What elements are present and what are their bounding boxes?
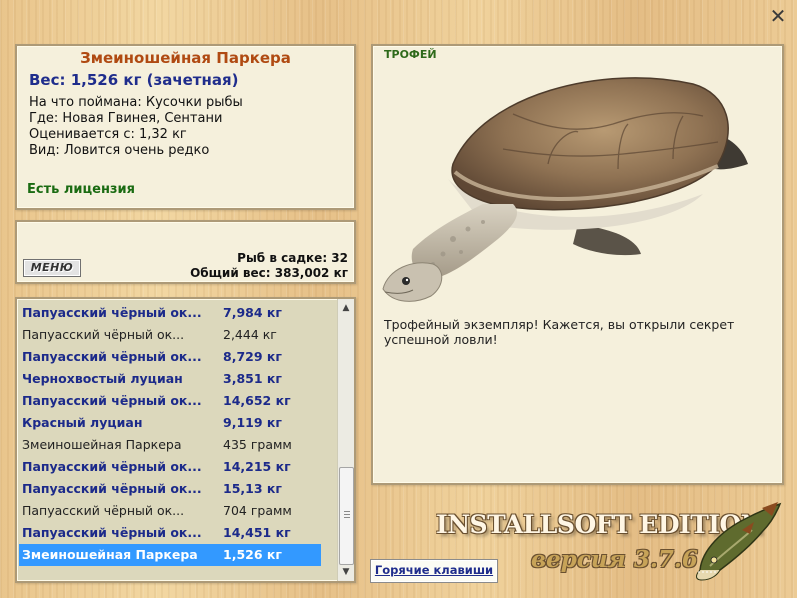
fish-info-panel: Змеиношейная Паркера Вес: 1,526 кг (заче…: [15, 44, 356, 210]
catch-row-name: Змеиношейная Паркера: [22, 437, 182, 452]
catch-row-weight: 14,451 кг: [223, 525, 291, 540]
catch-list-row[interactable]: Папуасский чёрный ок... 14,451 кг: [19, 522, 321, 544]
catch-row-weight: 1,526 кг: [223, 547, 282, 562]
catch-list-row[interactable]: Папуасский чёрный ок... 14,652 кг: [19, 390, 321, 412]
catch-row-weight: 14,215 кг: [223, 459, 291, 474]
close-icon[interactable]: ✕: [766, 4, 790, 28]
logo-version: версия 3.7.6: [531, 546, 698, 573]
catch-list-row[interactable]: Красный луциан 9,119 кг: [19, 412, 321, 434]
fish-weight: Вес: 1,526 кг (зачетная): [29, 71, 239, 89]
catch-list-row[interactable]: Змеиношейная Паркера 1,526 кг: [19, 544, 321, 566]
catch-list-row[interactable]: Папуасский чёрный ок... 14,215 кг: [19, 456, 321, 478]
catch-row-weight: 3,851 кг: [223, 371, 282, 386]
catch-row-weight: 15,13 кг: [223, 481, 282, 496]
catch-row-weight: 8,729 кг: [223, 349, 282, 364]
catch-list-row[interactable]: Папуасский чёрный ок... 7,984 кг: [19, 302, 321, 324]
fish-detail-panel: ТРОФЕЙ Трофейный экземпляр! Кажется, вы …: [371, 44, 784, 485]
catch-row-weight: 9,119 кг: [223, 415, 282, 430]
menu-button[interactable]: МЕНЮ: [23, 259, 81, 277]
catch-row-name: Папуасский чёрный ок...: [22, 305, 202, 320]
catch-row-name: Папуасский чёрный ок...: [22, 481, 202, 496]
scroll-down-icon[interactable]: ▼: [338, 564, 354, 580]
grip-line-icon: [344, 517, 350, 518]
catch-row-name: Змеиношейная Паркера: [22, 547, 198, 562]
hotkeys-button[interactable]: Горячие клавиши: [370, 559, 498, 583]
catch-list-scrollbar[interactable]: ▲ ▼: [337, 299, 354, 581]
catch-list-rows: Папуасский чёрный ок... 7,984 кг Папуасски…: [19, 302, 321, 566]
catch-row-name: Папуасский чёрный ок...: [22, 327, 185, 342]
catch-list-row[interactable]: Папуасский чёрный ок... 704 грамм: [19, 500, 321, 522]
grip-line-icon: [344, 511, 350, 512]
catch-row-weight: 7,984 кг: [223, 305, 282, 320]
catch-row-weight: 704 грамм: [223, 503, 292, 518]
scroll-up-icon[interactable]: ▲: [338, 300, 354, 316]
catch-list-row[interactable]: Змеиношейная Паркера 435 грамм: [19, 434, 321, 456]
catch-row-name: Красный луциан: [22, 415, 143, 430]
catch-list-row[interactable]: Чернохвостый луциан 3,851 кг: [19, 368, 321, 390]
keepnet-summary-panel: МЕНЮ Рыб в садке: 32 Общий вес: 383,002 …: [15, 220, 356, 284]
total-weight: Общий вес: 383,002 кг: [190, 266, 348, 280]
catch-row-weight: 14,652 кг: [223, 393, 291, 408]
catch-list-row[interactable]: Папуасский чёрный ок... 15,13 кг: [19, 478, 321, 500]
fish-kind: Вид: Ловится очень редко: [29, 143, 210, 158]
fish-description: Трофейный экземпляр! Кажется, вы открыли…: [384, 317, 735, 347]
catch-row-name: Папуасский чёрный ок...: [22, 503, 185, 518]
fish-name: Змеиношейная Паркера: [80, 49, 291, 67]
catch-row-name: Чернохвостый луциан: [22, 371, 183, 386]
catch-list-row[interactable]: Папуасский чёрный ок... 2,444 кг: [19, 324, 321, 346]
grip-line-icon: [344, 514, 350, 515]
catch-row-weight: 2,444 кг: [223, 327, 277, 342]
catch-list-row[interactable]: Папуасский чёрный ок... 8,729 кг: [19, 346, 321, 368]
fish-valued: Оценивается с: 1,32 кг: [29, 127, 187, 142]
catch-row-name: Папуасский чёрный ок...: [22, 349, 202, 364]
catch-row-weight: 435 грамм: [223, 437, 292, 452]
scroll-thumb[interactable]: [339, 467, 354, 565]
catch-row-name: Папуасский чёрный ок...: [22, 459, 202, 474]
turtle-image: [382, 77, 748, 302]
catch-row-name: Папуасский чёрный ок...: [22, 393, 202, 408]
license-status: Есть лицензия: [27, 182, 135, 197]
catch-list[interactable]: Папуасский чёрный ок... 7,984 кг Папуасски…: [15, 297, 356, 583]
fish-bait: На что поймана: Кусочки рыбы: [29, 95, 243, 110]
pike-logo-icon: [696, 502, 782, 581]
catch-row-name: Папуасский чёрный ок...: [22, 525, 202, 540]
fish-place: Где: Новая Гвинея, Сентани: [29, 111, 223, 126]
keepnet-count: Рыб в садке: 32: [237, 251, 348, 265]
